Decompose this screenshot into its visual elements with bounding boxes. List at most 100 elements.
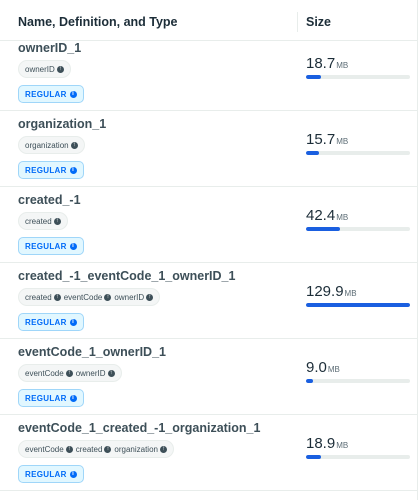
size-bar-track xyxy=(306,379,410,383)
index-size-value: 129.9 xyxy=(306,283,344,300)
index-field-label: eventCode xyxy=(25,368,64,378)
index-size-value: 42.4 xyxy=(306,207,336,224)
index-size-value: 18.9 xyxy=(306,435,336,452)
index-row: ownerID_1 ownerID ↑ REGULAR i 18.7MB xyxy=(0,35,417,111)
index-size-unit: MB xyxy=(336,61,349,70)
index-type-label: REGULAR xyxy=(25,89,67,99)
index-size-unit: MB xyxy=(327,365,340,374)
index-field: created ↑ xyxy=(76,445,112,454)
index-field-label: organization xyxy=(25,140,69,150)
index-name: ownerID_1 xyxy=(18,41,82,55)
index-type-label: REGULAR xyxy=(25,165,67,175)
index-field: ownerID ↑ xyxy=(25,65,64,74)
size-bar-fill xyxy=(306,455,322,459)
size-bar-fill xyxy=(306,379,314,383)
sort-direction-icon: ↑ xyxy=(104,445,112,453)
index-name: created_-1 xyxy=(18,193,81,207)
index-size-value: 15.7 xyxy=(306,131,336,148)
index-size-unit: MB xyxy=(336,137,349,146)
index-field: eventCode ↑ xyxy=(25,445,73,454)
sort-direction-icon: ↑ xyxy=(53,217,61,225)
index-size-unit: MB xyxy=(336,441,349,450)
index-size: 9.0MB xyxy=(306,359,340,377)
index-field: organization ↑ xyxy=(114,445,167,454)
index-size-unit: MB xyxy=(336,213,349,222)
index-fields-pill: organization ↑ xyxy=(18,136,85,154)
info-icon[interactable]: i xyxy=(69,166,77,174)
index-name: eventCode_1_created_-1_organization_1 xyxy=(18,421,261,435)
index-name: created_-1_eventCode_1_ownerID_1 xyxy=(18,269,236,283)
index-size-value: 18.7 xyxy=(306,55,336,72)
index-fields-pill: eventCode ↑ created ↑ organization ↑ xyxy=(18,440,174,458)
info-icon[interactable]: i xyxy=(69,394,77,402)
size-bar-fill xyxy=(306,303,410,307)
size-bar-track xyxy=(306,303,410,307)
size-bar-track xyxy=(306,75,410,79)
size-bar-fill xyxy=(306,227,340,231)
index-name: eventCode_1_ownerID_1 xyxy=(18,345,166,359)
index-type-badge[interactable]: REGULAR i xyxy=(18,389,84,407)
info-icon[interactable]: i xyxy=(69,318,77,326)
index-type-label: REGULAR xyxy=(25,469,67,479)
index-field: created ↑ xyxy=(25,293,61,302)
sort-direction-icon: ↑ xyxy=(107,369,115,377)
index-field-label: created xyxy=(75,444,103,454)
index-size: 15.7MB xyxy=(306,131,348,149)
size-bar-track xyxy=(306,227,410,231)
index-table: Name, Definition, and Type Size ownerID_… xyxy=(0,0,418,500)
index-field-label: ownerID xyxy=(114,292,145,302)
index-field-label: eventCode xyxy=(25,444,64,454)
index-field-label: created xyxy=(25,292,52,302)
index-size: 42.4MB xyxy=(306,207,348,225)
index-field: eventCode ↑ xyxy=(25,369,73,378)
index-row: created_-1 created ↑ REGULAR i 42.4MB xyxy=(0,187,417,263)
index-field-label: created xyxy=(25,216,52,226)
size-bar-fill xyxy=(306,75,321,79)
index-fields-pill: eventCode ↑ ownerID ↑ xyxy=(18,364,122,382)
index-type-badge[interactable]: REGULAR i xyxy=(18,237,84,255)
sort-direction-icon: ↑ xyxy=(65,445,73,453)
size-bar-track xyxy=(306,455,410,459)
sort-direction-icon: ↑ xyxy=(70,141,78,149)
index-size-unit: MB xyxy=(344,289,357,298)
index-fields-pill: created ↑ eventCode ↑ ownerID ↑ xyxy=(18,288,161,306)
index-field-label: ownerID xyxy=(25,64,55,74)
sort-direction-icon: ↑ xyxy=(56,65,64,73)
info-icon[interactable]: i xyxy=(69,90,77,98)
size-bar-fill xyxy=(306,151,319,155)
index-size: 18.7MB xyxy=(306,55,348,73)
info-icon[interactable]: i xyxy=(69,470,77,478)
sort-direction-icon: ↑ xyxy=(53,293,61,301)
sort-direction-icon: ↑ xyxy=(65,369,73,377)
index-field: eventCode ↑ xyxy=(64,293,112,302)
index-field-label: ownerID xyxy=(75,368,106,378)
sort-direction-icon: ↑ xyxy=(146,293,154,301)
index-field: created ↑ xyxy=(25,217,61,226)
index-row: eventCode_1_ownerID_1 eventCode ↑ ownerID ↑ R… xyxy=(0,339,417,415)
index-type-label: REGULAR xyxy=(25,317,67,327)
index-fields-pill: created ↑ xyxy=(18,212,68,230)
sort-direction-icon: ↑ xyxy=(104,293,112,301)
index-name: organization_1 xyxy=(18,117,107,131)
index-row: organization_1 organization ↑ REGULAR i 15.7M… xyxy=(0,111,417,187)
info-icon[interactable]: i xyxy=(69,242,77,250)
index-row: eventCode_1_created_-1_organization_1eve… xyxy=(0,415,417,491)
sort-direction-icon: ↑ xyxy=(159,445,167,453)
index-field: ownerID ↑ xyxy=(76,369,115,378)
index-type-badge[interactable]: REGULAR i xyxy=(18,85,84,103)
index-type-badge[interactable]: REGULAR i xyxy=(18,465,84,483)
index-field: ownerID ↑ xyxy=(114,292,154,302)
index-type-badge[interactable]: REGULAR i xyxy=(18,161,84,179)
index-size: 18.9MB xyxy=(306,435,348,453)
column-header-size[interactable]: Size xyxy=(306,15,331,29)
index-type-badge[interactable]: REGULAR i xyxy=(18,313,84,331)
index-type-label: REGULAR xyxy=(25,241,67,251)
column-divider xyxy=(297,12,298,32)
column-header-name[interactable]: Name, Definition, and Type xyxy=(18,15,178,29)
index-size: 129.9MB xyxy=(306,283,357,301)
index-type-label: REGULAR xyxy=(25,393,67,403)
index-field: organization ↑ xyxy=(25,141,78,150)
index-field-label: organization xyxy=(114,444,158,454)
size-bar-track xyxy=(306,151,410,155)
index-fields-pill: ownerID ↑ xyxy=(18,60,71,78)
